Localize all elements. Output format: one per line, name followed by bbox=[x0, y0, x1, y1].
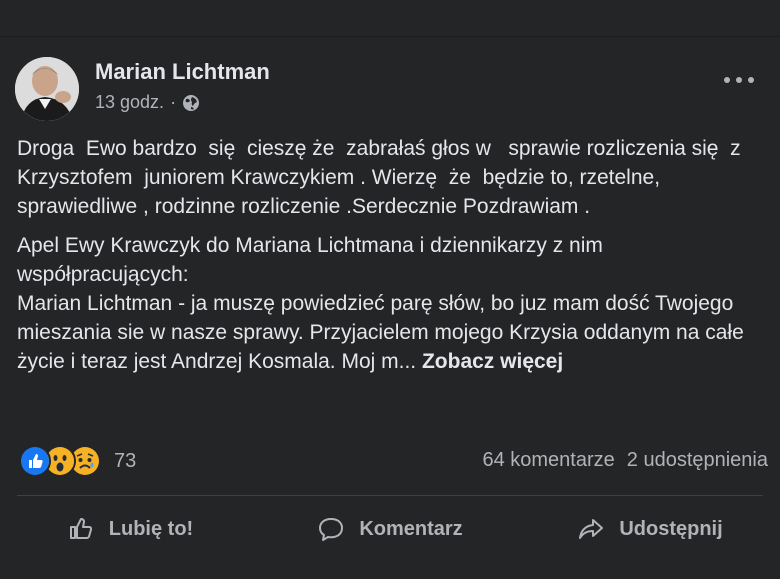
see-more-link[interactable]: Zobacz więcej bbox=[422, 350, 563, 373]
comments-count-link[interactable]: 64 komentarze bbox=[482, 449, 614, 472]
like-button[interactable]: Lubię to! bbox=[0, 507, 260, 551]
reaction-summary[interactable]: 73 bbox=[19, 445, 136, 477]
thumbs-up-icon bbox=[67, 515, 95, 543]
author-avatar[interactable] bbox=[15, 57, 79, 121]
comment-button[interactable]: Komentarz bbox=[260, 507, 520, 551]
post-card: Marian Lichtman 13 godz. · Droga Ewo bar… bbox=[0, 37, 780, 579]
more-options-icon[interactable] bbox=[724, 75, 754, 85]
action-bar: Lubię to! Komentarz Udostępnij bbox=[0, 507, 780, 551]
comment-label: Komentarz bbox=[359, 517, 463, 540]
author-name[interactable]: Marian Lichtman bbox=[95, 59, 270, 85]
post-paragraph-quoted: Apel Ewy Krawczyk do Mariana Lichtmana i… bbox=[17, 231, 767, 376]
quoted-text: Apel Ewy Krawczyk do Mariana Lichtmana i… bbox=[17, 234, 744, 373]
like-label: Lubię to! bbox=[108, 517, 194, 540]
comment-icon bbox=[317, 515, 345, 543]
share-icon bbox=[577, 515, 605, 543]
reaction-count: 73 bbox=[114, 449, 137, 472]
shares-count-link[interactable]: 2 udostępnienia bbox=[627, 449, 768, 472]
post-stats: 64 komentarze 2 udostępnienia bbox=[482, 449, 768, 472]
like-reaction-icon bbox=[19, 445, 51, 477]
post-meta: 13 godz. · bbox=[95, 92, 200, 113]
post-body: Droga Ewo bardzo się cieszę że zabrałaś … bbox=[17, 134, 767, 376]
post-time[interactable]: 13 godz. bbox=[95, 92, 164, 113]
globe-icon[interactable] bbox=[182, 94, 200, 112]
meta-separator: · bbox=[170, 92, 177, 112]
post-paragraph: Droga Ewo bardzo się cieszę że zabrałaś … bbox=[17, 137, 747, 218]
top-bar bbox=[0, 0, 780, 37]
divider bbox=[17, 495, 763, 496]
share-button[interactable]: Udostępnij bbox=[520, 507, 780, 551]
share-label: Udostępnij bbox=[619, 517, 723, 540]
